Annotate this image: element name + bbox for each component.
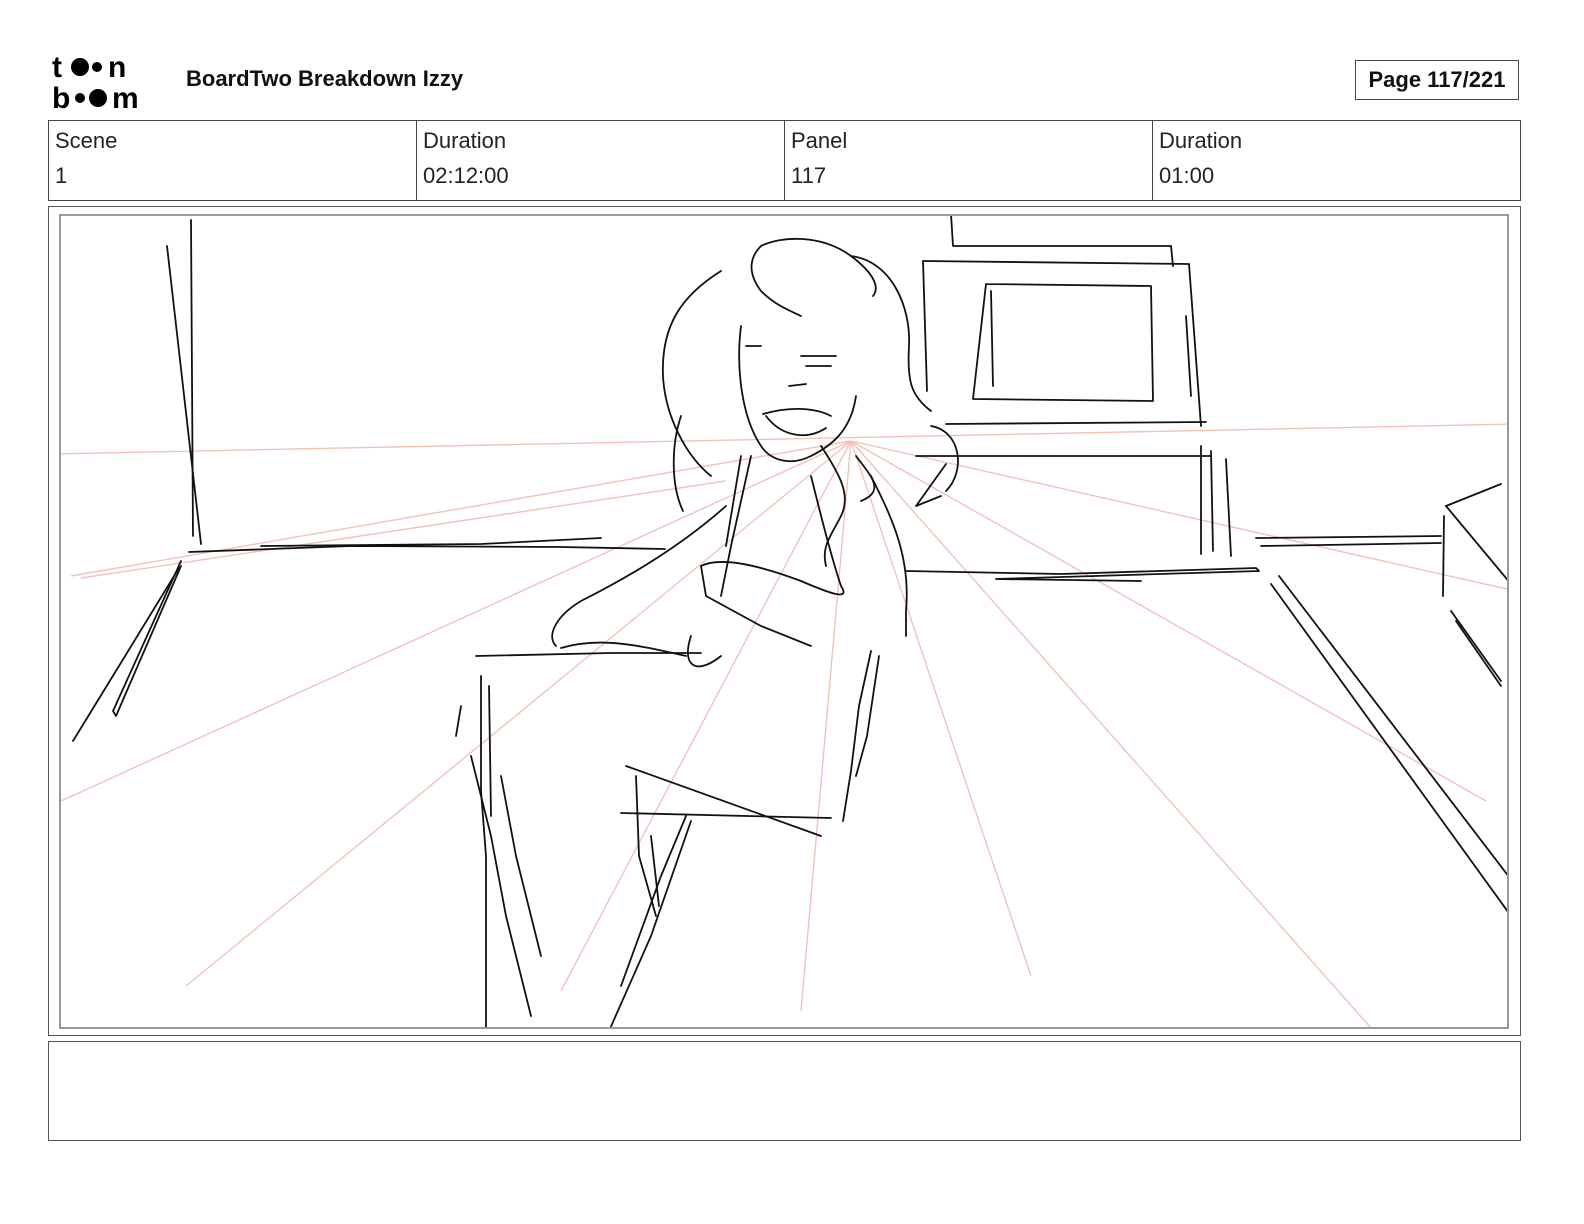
svg-text:t: t [52, 51, 62, 84]
panel-label: Panel [791, 128, 848, 153]
sketch-lines [72, 216, 1507, 1027]
page-indicator: Page 117/221 [1355, 60, 1519, 100]
panel-cell: Panel 117 [785, 121, 1153, 200]
svg-text:b: b [52, 82, 70, 112]
scene-info-table: Scene 1 Duration 02:12:00 Panel 117 Dura… [48, 120, 1521, 201]
scene-value: 1 [55, 163, 68, 188]
svg-text:m: m [112, 82, 139, 112]
scene-cell: Scene 1 [49, 121, 417, 200]
svg-text:n: n [108, 51, 126, 84]
storyboard-panel-frame [48, 206, 1521, 1036]
scene-duration-label: Duration [423, 128, 507, 153]
sketch-drawing [61, 216, 1507, 1027]
scene-duration-value: 02:12:00 [423, 163, 509, 188]
panel-notes-box [48, 1041, 1521, 1141]
scene-label: Scene [55, 128, 118, 153]
scene-duration-cell: Duration 02:12:00 [417, 121, 785, 200]
document-title: BoardTwo Breakdown Izzy [186, 66, 464, 91]
panel-duration-cell: Duration 01:00 [1153, 121, 1520, 200]
panel-duration-value: 01:00 [1159, 163, 1215, 188]
panel-value: 117 [791, 163, 827, 188]
storyboard-panel-image [59, 214, 1509, 1029]
panel-duration-label: Duration [1159, 128, 1243, 153]
toonboom-logo: t n b m [52, 51, 139, 112]
perspective-guides [61, 423, 1507, 1027]
